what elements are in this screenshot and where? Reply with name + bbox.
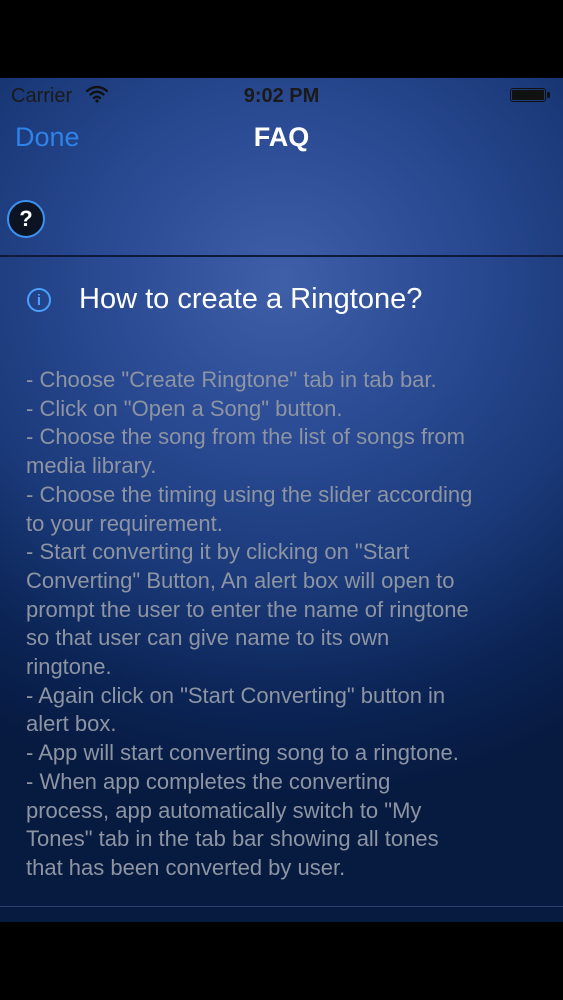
question-mark-icon: ? <box>19 206 33 231</box>
faq-line: process, app automatically switch to "My <box>26 797 422 823</box>
faq-line: - Choose the song from the list of songs… <box>26 424 465 450</box>
faq-line: - Choose the timing using the slider acc… <box>26 481 473 507</box>
faq-answer-text: - Choose "Create Ringtone" tab in tab ba… <box>26 366 546 883</box>
top-black-bar <box>0 0 563 78</box>
faq-line: so that user can give name to its own <box>26 625 390 651</box>
battery-level <box>512 90 544 100</box>
battery-tip <box>547 92 550 98</box>
faq-line: Tones" tab in the tab bar showing all to… <box>26 826 439 852</box>
faq-line: that has been converted by user. <box>26 854 346 880</box>
bottom-black-bar <box>0 922 563 1000</box>
page-title: FAQ <box>253 122 310 152</box>
help-button[interactable]: ? <box>7 200 45 238</box>
faq-line: - Start converting it by clicking on "St… <box>26 539 410 565</box>
faq-line: - Again click on "Start Converting" butt… <box>26 682 446 708</box>
content-divider <box>0 906 563 907</box>
faq-line: alert box. <box>26 711 117 737</box>
battery-icon <box>510 88 546 102</box>
faq-line: - When app completes the converting <box>26 768 391 794</box>
faq-screen: Carrier 9:02 PM Done FAQ ? i How to crea… <box>0 78 563 922</box>
status-time: 9:02 PM <box>243 85 320 107</box>
faq-line: to your requirement. <box>26 510 223 536</box>
faq-line: media library. <box>26 453 157 479</box>
faq-line: - Click on "Open a Song" button. <box>26 395 343 421</box>
faq-line: Converting" Button, An alert box will op… <box>26 567 455 593</box>
faq-line: - Choose "Create Ringtone" tab in tab ba… <box>26 367 437 392</box>
status-bar: Carrier 9:02 PM <box>0 78 563 114</box>
header-divider <box>0 255 563 257</box>
info-icon: i <box>27 288 51 312</box>
faq-line: - App will start converting song to a ri… <box>26 740 459 766</box>
faq-line: ringtone. <box>26 654 112 680</box>
faq-line: prompt the user to enter the name of rin… <box>26 596 469 622</box>
section-title: How to create a Ringtone? <box>79 283 423 315</box>
